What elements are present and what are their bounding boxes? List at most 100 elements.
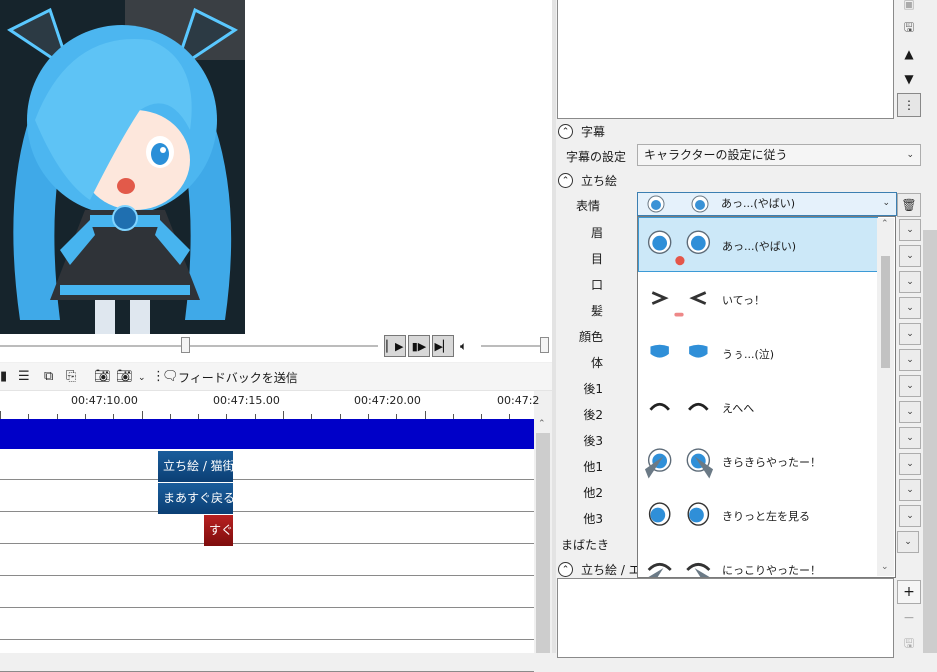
- part-select[interactable]: ⌄: [899, 505, 921, 527]
- timeline-clip[interactable]: まあすぐ戻る/: [158, 483, 233, 514]
- copy-icon[interactable]: ⧉: [44, 369, 53, 384]
- part-select[interactable]: ⌄: [899, 219, 921, 241]
- copy-icon[interactable]: ▣: [897, 0, 921, 16]
- up-arrow-icon[interactable]: ▲: [897, 42, 921, 66]
- dropdown-option[interactable]: きらきらやったー！: [639, 434, 877, 487]
- dropdown-option[interactable]: あっ...(やばい): [638, 217, 878, 272]
- chevron-down-icon: ⌄: [882, 198, 890, 208]
- track-lane[interactable]: [0, 609, 534, 640]
- ruler-label: 00:47:20.00: [354, 394, 421, 407]
- track-lane[interactable]: [0, 481, 534, 512]
- time-ruler[interactable]: 00:47:10.00 00:47:15.00 00:47:20.00 00:4…: [0, 391, 539, 420]
- part-select[interactable]: ⌄: [897, 531, 919, 553]
- serif-textbox[interactable]: [557, 0, 894, 119]
- select-value: キャラクターの設定に従う: [644, 148, 788, 162]
- dropdown-option[interactable]: えへへ: [639, 380, 877, 433]
- section-title: 立ち絵: [581, 174, 618, 188]
- part-select[interactable]: ⌄: [899, 401, 921, 423]
- trash-icon[interactable]: 🗑︎: [897, 193, 921, 217]
- expression-dropdown-list[interactable]: あっ...(やばい) いてっ！ うぅ...(泣) えへへきらきらやったー！ きりっと左を…: [637, 216, 896, 578]
- effect-section-header[interactable]: ⌃ 立ち絵 / エ: [558, 561, 641, 578]
- play-button[interactable]: ▏▶: [384, 335, 406, 357]
- section-title: 立ち絵 / エ: [581, 563, 641, 577]
- volume-icon[interactable]: 🔈︎: [460, 339, 467, 354]
- panel-scrollbar[interactable]: [923, 230, 937, 653]
- next-icon: ▶▏: [434, 339, 452, 353]
- part-select[interactable]: ⌄: [899, 323, 921, 345]
- camera-settings-icon[interactable]: 📷︎: [116, 369, 133, 384]
- part-label: 後3: [583, 434, 603, 448]
- part-select[interactable]: ⌄: [899, 297, 921, 319]
- scroll-up-icon[interactable]: ⌃: [881, 219, 889, 229]
- next-button[interactable]: ▶▏: [432, 335, 454, 357]
- face-thumbnail: [647, 563, 711, 577]
- part-select[interactable]: ⌄: [899, 271, 921, 293]
- preview-background: [245, 0, 552, 334]
- volume-track[interactable]: [481, 345, 543, 347]
- timeline-clip[interactable]: 立ち絵 / 猫街: [158, 451, 233, 482]
- face-thumbnail: [647, 195, 709, 213]
- plus-icon[interactable]: +: [897, 580, 921, 604]
- part-label: 他3: [583, 512, 603, 526]
- option-label: にっこりやったー！: [722, 564, 821, 577]
- part-select[interactable]: ⌄: [899, 349, 921, 371]
- chevron-down-icon: ⌄: [906, 150, 914, 160]
- chevron-up-icon: ⌃: [558, 562, 573, 577]
- track-lane[interactable]: [0, 641, 534, 672]
- expression-select[interactable]: あっ...(やばい) ⌄: [637, 192, 897, 216]
- adjust-icon[interactable]: ☰: [18, 369, 30, 384]
- dropdown-scrollbar[interactable]: ⌃ ⌄: [877, 218, 894, 576]
- part-label: 後2: [583, 408, 603, 422]
- section-title: 字幕: [581, 125, 606, 139]
- option-label: いてっ！: [722, 294, 766, 307]
- chevron-down-icon[interactable]: ⌄: [280, 373, 288, 383]
- camera-icon[interactable]: 📷︎: [94, 369, 111, 384]
- part-label: まばたき: [560, 538, 609, 552]
- part-label: 他1: [583, 460, 603, 474]
- feedback-icon: 🗨︎: [162, 369, 179, 384]
- part-label: 口: [590, 278, 603, 292]
- effect-list[interactable]: [557, 578, 894, 658]
- subtitle-section-header[interactable]: ⌃ 字幕: [558, 123, 605, 140]
- dropdown-option[interactable]: いてっ！: [639, 272, 877, 325]
- more-icon[interactable]: ⋮: [897, 93, 921, 117]
- part-select[interactable]: ⌄: [899, 245, 921, 267]
- part-select[interactable]: ⌄: [899, 479, 921, 501]
- track-lane[interactable]: [0, 513, 534, 544]
- option-label: きりっと左を見る: [722, 510, 810, 523]
- dropdown-option[interactable]: うぅ...(泣): [639, 326, 877, 379]
- part-select[interactable]: ⌄: [899, 453, 921, 475]
- master-track-bar[interactable]: [0, 419, 534, 449]
- step-forward-button[interactable]: ▮▶: [408, 335, 430, 357]
- track-lane[interactable]: [0, 449, 534, 480]
- timeline-clip[interactable]: すぐ: [204, 515, 233, 546]
- paste-icon[interactable]: ⎘: [66, 369, 76, 384]
- part-select[interactable]: ⌄: [899, 375, 921, 397]
- option-label: えへへ: [722, 402, 755, 415]
- face-thumbnail: [648, 502, 710, 526]
- dropdown-option[interactable]: きりっと左を見る: [639, 488, 877, 541]
- part-label: 目: [590, 252, 603, 266]
- face-thumbnail: [649, 402, 709, 411]
- timeline-toolbar: ▮ ☰ ⧉ ⎘ 📷︎ 📷︎ ⌄ ⋮ 🗨︎ フィードバックを送信 ⌄: [0, 363, 552, 391]
- chevron-down-icon[interactable]: ⌄: [138, 373, 146, 383]
- minus-icon[interactable]: −: [897, 606, 921, 630]
- track-lane[interactable]: [0, 545, 534, 576]
- track-lane[interactable]: [0, 577, 534, 608]
- part-label: 髪: [590, 304, 603, 318]
- part-select[interactable]: ⌄: [899, 427, 921, 449]
- save-icon[interactable]: 🖫︎: [897, 632, 921, 656]
- chevron-up-icon: ⌃: [558, 173, 573, 188]
- scroll-thumb[interactable]: [881, 256, 890, 368]
- scroll-down-icon[interactable]: ⌄: [881, 562, 889, 572]
- dropdown-option[interactable]: にっこりやったー！: [639, 542, 877, 577]
- part-label: 顔色: [578, 330, 603, 344]
- seek-thumb[interactable]: [181, 337, 190, 353]
- stop-icon[interactable]: ▮: [0, 369, 7, 384]
- timeline-area[interactable]: 立ち絵 / 猫街 まあすぐ戻る/ すぐ: [0, 419, 534, 672]
- down-arrow-icon[interactable]: ▼: [897, 67, 921, 91]
- face-thumbnail: [650, 344, 708, 358]
- subtitle-setting-select[interactable]: キャラクターの設定に従う ⌄: [637, 144, 921, 166]
- save-icon[interactable]: 🖫︎: [897, 16, 921, 40]
- tachie-section-header[interactable]: ⌃ 立ち絵: [558, 172, 617, 189]
